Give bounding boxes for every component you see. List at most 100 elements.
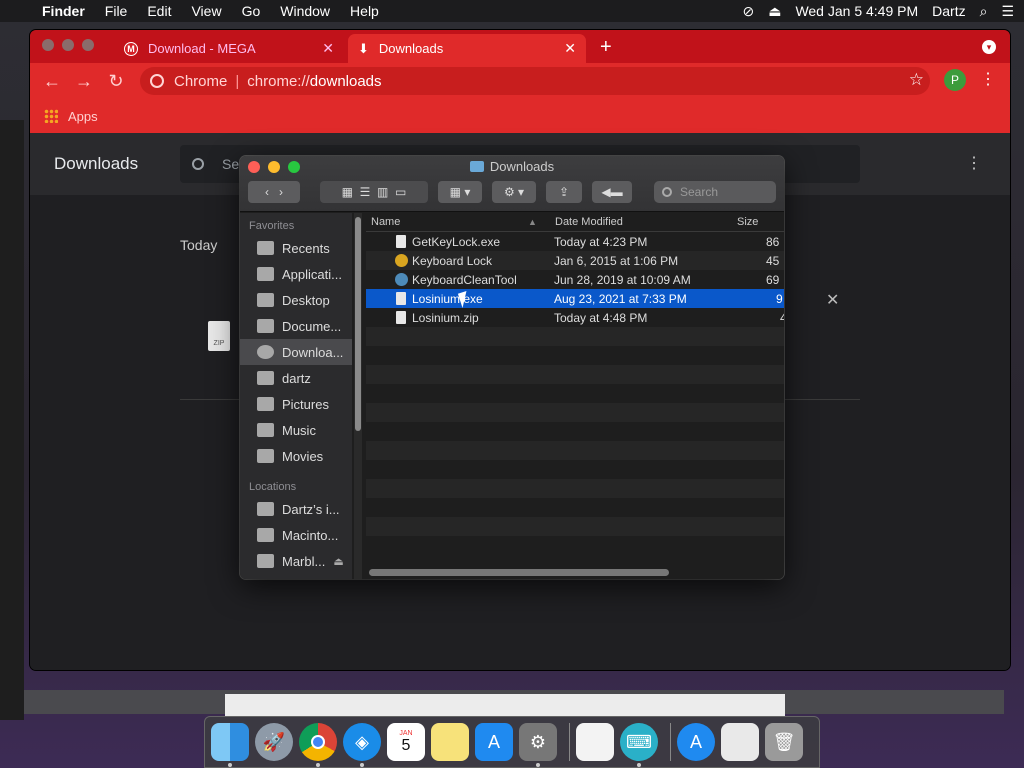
zip-icon [396,311,406,324]
column-size-header[interactable]: Size [737,216,758,228]
reload-icon[interactable]: ↻ [100,71,132,92]
file-row[interactable]: Keyboard Lock Jan 6, 2015 at 1:06 PM 45 [366,251,784,270]
menu-window[interactable]: Window [280,3,330,19]
address-bar[interactable]: Chrome | chrome://downloads ☆ [140,67,930,95]
file-row-selected[interactable]: Losinium.exe Aug 23, 2021 at 7:33 PM 9 [366,289,784,308]
sidebar-item-documents[interactable]: Docume... [240,313,352,339]
sidebar-item-desktop[interactable]: Desktop [240,287,352,313]
menu-file[interactable]: File [105,3,128,19]
menu-app-name[interactable]: Finder [42,3,85,19]
file-name: Losinium.exe [412,292,483,306]
horizontal-scrollbar[interactable] [369,569,669,576]
remove-download-icon[interactable]: ✕ [826,290,839,310]
column-date-header[interactable]: Date Modified [555,216,623,228]
date-section-heading: Today [180,237,218,253]
document-icon [396,235,406,248]
applications-icon [257,267,274,281]
tab-mega[interactable]: M Download - MEGA ✕ [114,34,344,63]
zoom-window-button[interactable] [82,39,94,51]
search-icon [662,187,672,197]
camera-icon [257,397,274,411]
menu-go[interactable]: Go [242,3,261,19]
menu-help[interactable]: Help [350,3,379,19]
column-name-header[interactable]: Name [371,216,400,228]
laptop-icon [257,502,274,516]
sidebar-item-applications[interactable]: Applicati... [240,261,352,287]
back-icon[interactable]: ← [36,71,68,92]
menu-user[interactable]: Dartz [932,3,965,19]
file-size: 4 [780,311,784,325]
site-info-icon[interactable] [150,74,164,88]
scrollbar-thumb[interactable] [355,217,361,431]
background-window [0,120,24,720]
more-actions-icon[interactable]: ⋮ [966,153,982,173]
minimize-window-button[interactable] [62,39,74,51]
forward-icon[interactable]: → [68,71,100,92]
launchpad-icon[interactable]: 🚀 [255,723,293,761]
control-center-icon[interactable]: ☰ [1001,3,1014,20]
new-tab-button[interactable]: + [600,36,612,59]
close-window-button[interactable] [42,39,54,51]
sidebar-item-movies[interactable]: Movies [240,443,352,469]
clock-icon [257,241,274,255]
sidebar-item-macintosh-hd[interactable]: Macinto... [240,522,352,548]
view-mode-buttons[interactable]: ▦ ☰ ▥ ▭ [320,181,428,203]
bookmark-star-icon[interactable]: ☆ [909,70,924,90]
file-row[interactable]: Losinium.zip Today at 4:48 PM 4 [366,308,784,327]
sidebar-item-home[interactable]: dartz [240,365,352,391]
empty-row [366,498,784,517]
address-separator: | [235,72,240,90]
profile-avatar[interactable]: P [944,69,966,91]
file-rows: GetKeyLock.exe Today at 4:23 PM 86 Keybo… [366,232,784,555]
safari-icon[interactable]: ◈ [343,723,381,767]
sidebar-item-music[interactable]: Music [240,417,352,443]
finder-icon[interactable] [211,723,249,767]
close-tab-icon[interactable]: ✕ [322,40,334,57]
menu-view[interactable]: View [191,3,221,19]
share-button[interactable]: ⇪ [546,181,582,203]
sidebar-scrollbar[interactable] [354,213,362,579]
do-not-disturb-icon[interactable]: ⊘ [742,3,754,20]
system-preferences-icon[interactable]: ⚙ [519,723,557,767]
spotlight-icon[interactable]: ⌕ [980,3,988,20]
group-by-button[interactable]: ▦ ▾ [438,181,482,203]
file-row[interactable]: GetKeyLock.exe Today at 4:23 PM 86 [366,232,784,251]
sidebar-item-computer[interactable]: Dartz’s i... [240,496,352,522]
sort-ascending-icon: ▲ [528,217,537,227]
list-header: Name ▲ Date Modified Size [366,213,784,232]
tab-downloads[interactable]: ⬇ Downloads ✕ [348,34,586,63]
sidebar-heading-favorites: Favorites [249,220,295,232]
sidebar-item-recents[interactable]: Recents [240,235,352,261]
app-icon [395,254,408,267]
bookmark-apps[interactable]: Apps [68,109,98,124]
back-forward-buttons[interactable]: ‹ › [248,181,300,203]
document-icon[interactable] [721,723,759,761]
keyboard-cleaner-icon[interactable]: ⌨ [620,723,658,767]
sidebar-item-downloads[interactable]: Downloa... [240,339,352,365]
menu-edit[interactable]: Edit [147,3,171,19]
hard-drive-icon [257,528,274,542]
action-gear-button[interactable]: ⚙ ▾ [492,181,536,203]
tab-search-icon[interactable]: ▾ [982,40,996,54]
eject-icon[interactable]: ⏏ [768,3,781,20]
trash-icon[interactable]: 🗑 [765,723,803,761]
notes-icon[interactable] [431,723,469,761]
document-icon [396,292,406,305]
tag-button[interactable]: ◀▬ [592,181,632,203]
sidebar-item-marble[interactable]: Marbl... ⏏ [240,548,352,574]
app-store-icon-2[interactable]: A [677,723,715,761]
film-icon [257,449,274,463]
textedit-icon[interactable] [576,723,614,761]
close-tab-icon[interactable]: ✕ [564,40,576,57]
file-size: 69 [766,273,780,287]
chrome-icon[interactable] [299,723,337,767]
sidebar-item-pictures[interactable]: Pictures [240,391,352,417]
calendar-icon[interactable]: JAN 5 [387,723,425,761]
address-path: chrome://downloads [247,72,382,90]
finder-search-field[interactable]: Search [654,181,776,203]
chrome-menu-icon[interactable]: ⋮ [980,69,996,89]
eject-icon[interactable]: ⏏ [333,555,343,568]
file-row[interactable]: KeyboardCleanTool Jun 28, 2019 at 10:09 … [366,270,784,289]
menu-clock[interactable]: Wed Jan 5 4:49 PM [795,3,918,19]
app-store-icon[interactable]: A [475,723,513,761]
